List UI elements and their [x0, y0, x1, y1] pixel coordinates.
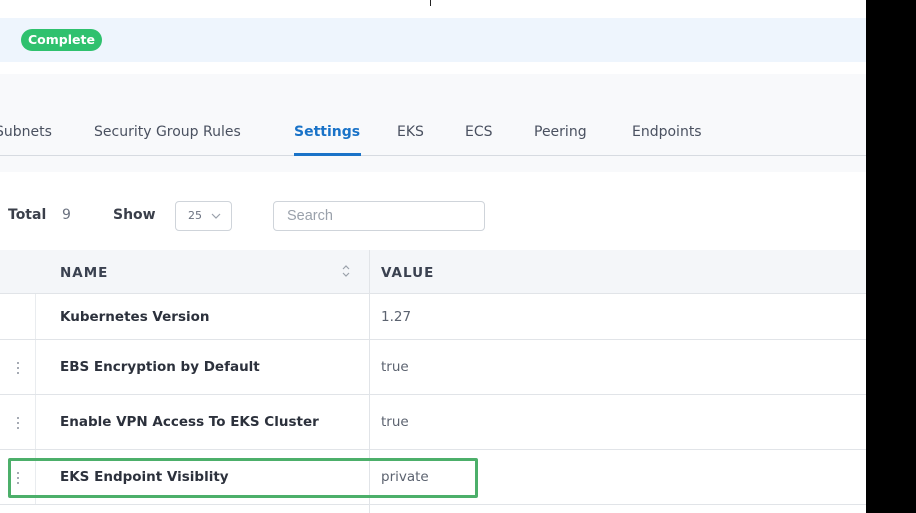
table-row: EBS Encryption by Default true: [0, 340, 866, 395]
status-badge: Complete: [21, 29, 102, 51]
tabs-area: Subnets Security Group Rules Settings EK…: [0, 74, 866, 172]
kebab-menu-icon[interactable]: [14, 416, 22, 430]
tab-bar: Subnets Security Group Rules Settings EK…: [0, 118, 866, 156]
page-size-value: 25: [188, 209, 202, 222]
tab-peering[interactable]: Peering: [534, 124, 587, 140]
setting-name: EBS Encryption by Default: [60, 359, 260, 375]
table-row: Enable VPN Access To EKS Cluster true: [0, 395, 866, 450]
tab-eks[interactable]: EKS: [397, 124, 424, 140]
column-divider: [369, 340, 370, 394]
setting-value: 1.27: [381, 309, 412, 325]
status-banner: Complete: [0, 18, 866, 62]
column-header-name[interactable]: NAME: [60, 265, 108, 281]
tab-settings[interactable]: Settings: [294, 124, 360, 140]
column-divider: [35, 395, 36, 449]
tab-ecs[interactable]: ECS: [465, 124, 493, 140]
setting-value: true: [381, 359, 409, 375]
sort-icon[interactable]: [341, 263, 351, 279]
table-row: [0, 505, 866, 513]
page-size-select[interactable]: 25: [175, 201, 232, 231]
total-count: 9: [62, 207, 71, 223]
setting-name: Enable VPN Access To EKS Cluster: [60, 414, 319, 430]
table-row: Kubernetes Version 1.27: [0, 294, 866, 340]
search-input[interactable]: [273, 201, 485, 231]
chevron-down-icon: [211, 206, 221, 229]
setting-value: true: [381, 414, 409, 430]
screen-edge: [866, 0, 916, 513]
column-divider: [369, 505, 370, 513]
tab-subnets[interactable]: Subnets: [0, 124, 52, 140]
column-divider: [369, 395, 370, 449]
active-tab-indicator: [294, 153, 361, 156]
tab-security-group-rules[interactable]: Security Group Rules: [94, 124, 241, 140]
column-header-value: VALUE: [381, 265, 435, 281]
column-divider: [369, 250, 370, 293]
show-label: Show: [113, 207, 156, 223]
table-header: NAME VALUE: [0, 250, 866, 294]
column-divider: [369, 294, 370, 339]
tab-endpoints[interactable]: Endpoints: [632, 124, 702, 140]
column-divider: [35, 340, 36, 394]
table-toolbar: Total 9 Show 25: [0, 172, 866, 250]
setting-name: Kubernetes Version: [60, 309, 210, 325]
window-divider: [430, 0, 431, 6]
kebab-menu-icon[interactable]: [14, 361, 22, 375]
page: Complete Subnets Security Group Rules Se…: [0, 0, 866, 513]
total-label: Total: [8, 207, 47, 223]
highlight-box: [8, 458, 478, 498]
column-divider: [35, 294, 36, 339]
